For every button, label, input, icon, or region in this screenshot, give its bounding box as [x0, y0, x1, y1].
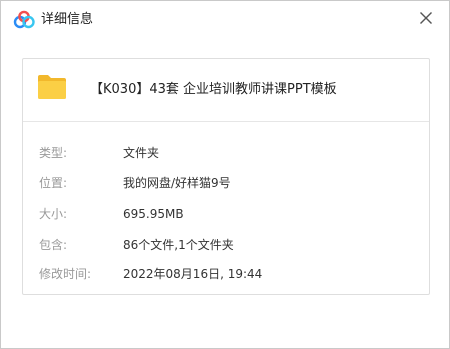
detail-label: 包含:: [39, 238, 68, 252]
detail-label: 类型:: [39, 146, 68, 160]
detail-value: 我的网盘/好样猫9号: [123, 176, 231, 190]
detail-label: 位置:: [39, 176, 68, 190]
detail-row-modified: 修改时间: 2022年08月16日, 19:44: [23, 265, 429, 285]
detail-label: 大小:: [39, 207, 68, 221]
detail-row-location: 位置: 我的网盘/好样猫9号: [23, 174, 429, 194]
folder-icon: [37, 73, 67, 101]
detail-row-type: 类型: 文件夹: [23, 144, 429, 164]
dialog-title: 详细信息: [41, 12, 94, 27]
detail-value: 695.95MB: [123, 207, 184, 221]
file-name: 【K030】43套 企业培训教师讲课PPT模板: [90, 82, 337, 97]
detail-value: 86个文件,1个文件夹: [123, 238, 234, 252]
details-panel: 【K030】43套 企业培训教师讲课PPT模板 类型: 文件夹 位置: 我的网盘…: [22, 58, 430, 295]
detail-label: 修改时间:: [39, 267, 92, 281]
close-icon: [420, 12, 432, 24]
details-dialog: 详细信息 【K030】43套 企业培训教师讲课PPT模板 类型: 文件夹 位置:…: [0, 0, 450, 349]
divider: [23, 121, 429, 122]
detail-value: 2022年08月16日, 19:44: [123, 267, 263, 281]
title-bar[interactable]: 详细信息: [1, 1, 449, 41]
detail-row-contains: 包含: 86个文件,1个文件夹: [23, 236, 429, 256]
baidu-netdisk-cloud-icon: [13, 10, 35, 30]
detail-row-size: 大小: 695.95MB: [23, 205, 429, 225]
detail-value: 文件夹: [123, 146, 160, 160]
close-button[interactable]: [413, 5, 439, 31]
